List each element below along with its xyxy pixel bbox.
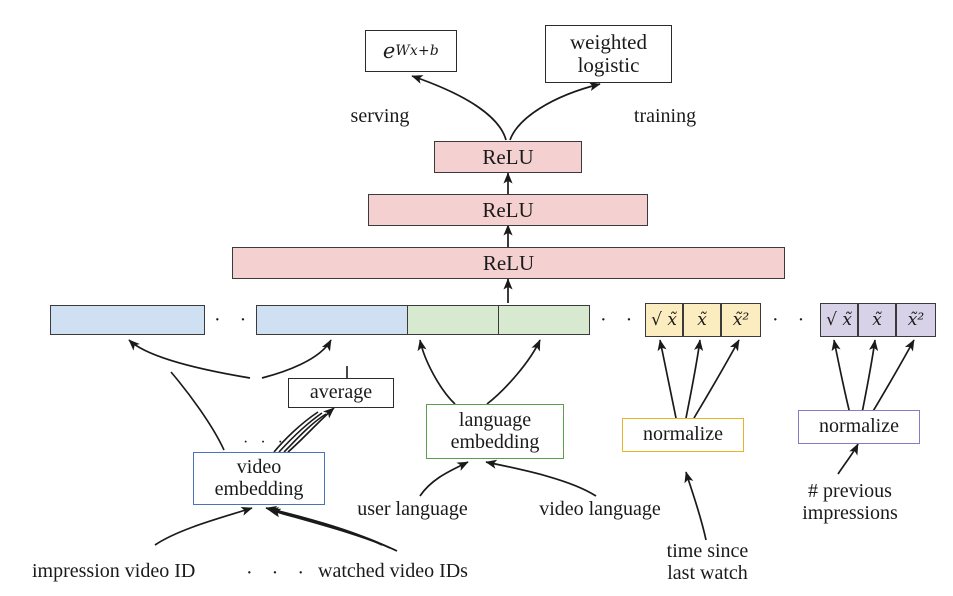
serving-output-text: e [382, 38, 396, 63]
feature-cell-video-language-embedding [498, 305, 590, 335]
average-box: average [288, 378, 394, 408]
feature-cell-user-language-embedding [407, 305, 499, 335]
feature-cell-impressions-squared: x̃² [896, 303, 936, 337]
training-output-box: weighted logistic [545, 25, 672, 83]
serving-edge-label: serving [350, 105, 410, 127]
relu-layer-top: ReLU [434, 141, 582, 173]
impressions-linear-label: x̃ [872, 309, 882, 330]
input-label-video-language: video language [539, 498, 661, 520]
input-label-time-since-last-watch: time since last watch [666, 540, 749, 585]
relu-layer-bottom: ReLU [232, 247, 785, 279]
feature-cell-impressions-linear: x̃ [858, 303, 896, 337]
feature-cell-time-linear: x̃ [683, 303, 721, 337]
input-row-ellipsis: · · · [246, 562, 311, 584]
feature-cell-watched-video-embedding [256, 305, 408, 335]
feature-cell-time-squared: x̃² [721, 303, 761, 337]
input-label-user-language: user language [357, 498, 468, 520]
relu-bottom-label: ReLU [482, 250, 535, 275]
average-label: average [309, 381, 373, 404]
feature-cell-time-sqrt: √ x̃ [645, 303, 683, 337]
language-embedding-box: language embedding [426, 404, 564, 459]
normalize-time-box: normalize [622, 418, 744, 452]
normalize-impressions-box: normalize [798, 410, 920, 444]
normalize-impressions-label: normalize [819, 415, 899, 438]
video-embedding-box: video embedding [193, 452, 325, 505]
input-label-watched-video-ids: watched video IDs [318, 560, 468, 582]
feature-cell-impressions-sqrt: √ x̃ [820, 303, 858, 337]
impressions-sqrt-label: √ x̃ [826, 309, 852, 330]
serving-output-box: e Wx+b [365, 30, 457, 72]
input-label-impression-video-id: impression video ID [32, 560, 196, 582]
time-linear-label: x̃ [697, 309, 707, 330]
serving-output-exponent: Wx+b [395, 42, 440, 59]
input-label-previous-impressions: # previous impressions [802, 480, 898, 525]
impressions-squared-label: x̃² [907, 309, 925, 330]
relu-top-label: ReLU [482, 144, 534, 169]
normalize-time-label: normalize [643, 423, 723, 446]
relu-middle-label: ReLU [482, 197, 534, 222]
video-embedding-continuation-ellipsis: · · · [243, 434, 287, 451]
ranking-network-diagram: e Wx+b weighted logistic serving training… [0, 0, 953, 596]
relu-layer-middle: ReLU [368, 194, 648, 226]
time-squared-label: x̃² [732, 309, 750, 330]
training-edge-label: training [633, 105, 697, 127]
feature-cell-impression-video-embedding [50, 305, 205, 335]
time-sqrt-label: √ x̃ [651, 309, 677, 330]
